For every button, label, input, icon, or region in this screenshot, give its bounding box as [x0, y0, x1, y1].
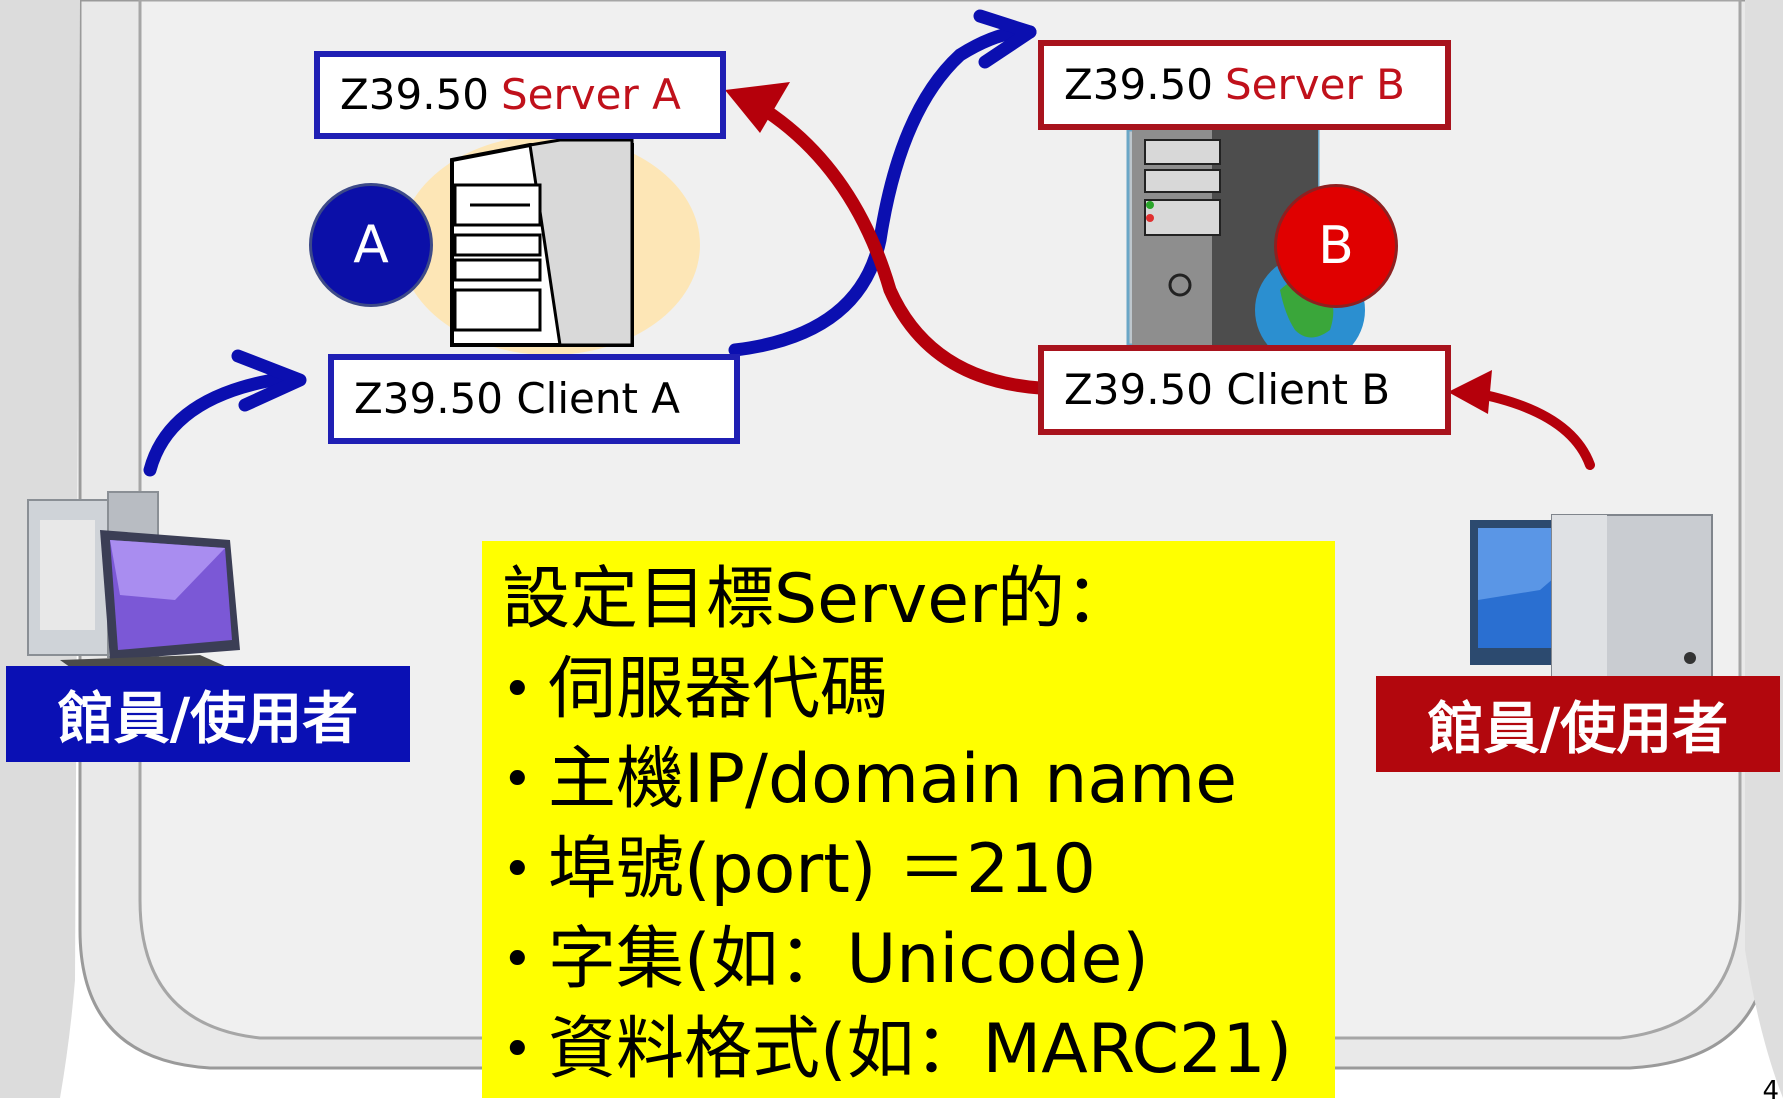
settings-heading: 設定目標Server的：: [502, 560, 1133, 639]
user-left-label: 館員/使用者: [6, 666, 410, 762]
page-number: 4: [1762, 1076, 1779, 1106]
badge-b: B: [1274, 184, 1398, 308]
settings-item-text: 伺服器代碼: [548, 650, 889, 729]
server-b-label: Z39.50 Server B: [1038, 40, 1451, 130]
bullet-icon: •: [502, 1020, 533, 1080]
settings-item: • 主機IP/domain name: [502, 735, 1335, 825]
bullet-icon: •: [502, 660, 533, 720]
settings-item-text: 資料格式(如：MARC21): [548, 1010, 1293, 1089]
bullet-icon: •: [502, 750, 533, 810]
settings-item-text: 字集(如：Unicode): [548, 920, 1149, 999]
desktop-computer-icon: [1470, 514, 1713, 692]
target-settings-box: 設定目標Server的： • 伺服器代碼 • 主機IP/domain name …: [482, 541, 1335, 1098]
settings-item: • 資料格式(如：MARC21): [502, 1005, 1335, 1095]
settings-item: • 伺服器代碼: [502, 645, 1335, 735]
settings-item-text: 主機IP/domain name: [548, 740, 1238, 819]
diagram-stage: Z39.50 Server A Z39.50 Server B Z39.50 C…: [0, 0, 1783, 1106]
bullet-icon: •: [502, 930, 533, 990]
server-b-name: Server B: [1225, 60, 1405, 109]
server-a-name: Server A: [501, 70, 681, 119]
server-a-label: Z39.50 Server A: [314, 51, 726, 139]
bullet-icon: •: [502, 840, 533, 900]
settings-item: • 埠號(port) ＝210: [502, 825, 1335, 915]
user-right-label: 館員/使用者: [1376, 676, 1780, 772]
client-b-text: Z39.50 Client B: [1064, 365, 1391, 414]
server-b-prefix: Z39.50: [1064, 60, 1214, 109]
client-b-label: Z39.50 Client B: [1038, 345, 1451, 435]
client-a-label: Z39.50 Client A: [328, 354, 740, 444]
client-a-text: Z39.50 Client A: [354, 374, 681, 423]
badge-a: A: [309, 183, 433, 307]
server-a-prefix: Z39.50: [340, 70, 490, 119]
settings-item-text: 埠號(port) ＝210: [548, 830, 1096, 909]
server-tower-icon: [400, 135, 700, 355]
settings-item: • 字集(如：Unicode): [502, 915, 1335, 1005]
